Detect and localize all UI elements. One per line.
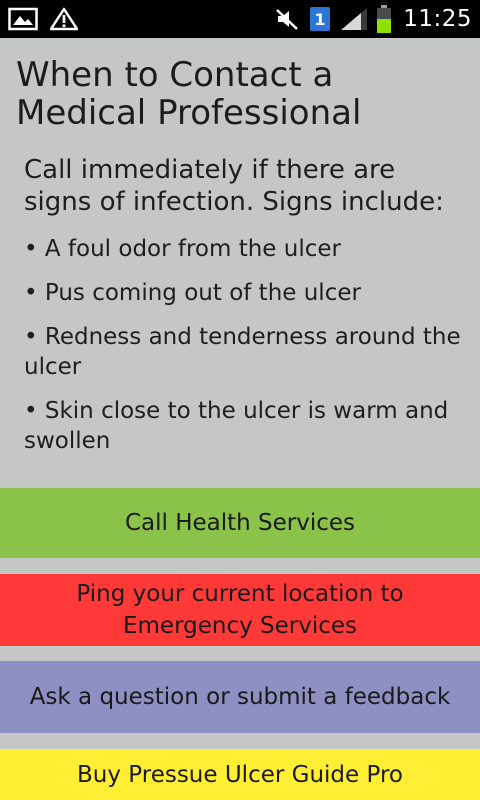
clock: 11:25	[403, 6, 472, 32]
intro-text: Call immediately if there are signs of i…	[24, 155, 444, 217]
signal-icon	[339, 6, 369, 32]
ask-question-button[interactable]: Ask a question or submit a feedback	[0, 661, 480, 733]
list-item: • Skin close to the ulcer is warm and sw…	[24, 398, 449, 454]
mute-icon	[275, 7, 301, 31]
page-title: When to Contact a Medical Professional	[16, 55, 362, 133]
status-system: 1 11:25	[275, 5, 472, 33]
image-icon	[8, 7, 38, 31]
battery-icon	[377, 5, 392, 33]
call-health-services-button[interactable]: Call Health Services	[0, 488, 480, 558]
signs-list: • A foul odor from the ulcer • Pus comin…	[16, 234, 466, 456]
page-content: When to Contact a Medical Professional C…	[0, 38, 480, 488]
buy-pro-button[interactable]: Buy Pressue Ulcer Guide Pro	[0, 749, 480, 800]
list-item: • A foul odor from the ulcer	[24, 236, 341, 262]
status-notifications	[8, 7, 78, 31]
status-bar: 1 11:25	[0, 0, 480, 38]
notification-badge-icon: 1	[309, 6, 331, 32]
list-item: • Pus coming out of the ulcer	[24, 280, 361, 306]
ping-location-button[interactable]: Ping your current location to Emergency …	[0, 574, 480, 646]
list-item: • Redness and tenderness around the ulce…	[24, 324, 461, 380]
notification-count: 1	[315, 10, 326, 29]
warning-icon	[50, 7, 78, 31]
